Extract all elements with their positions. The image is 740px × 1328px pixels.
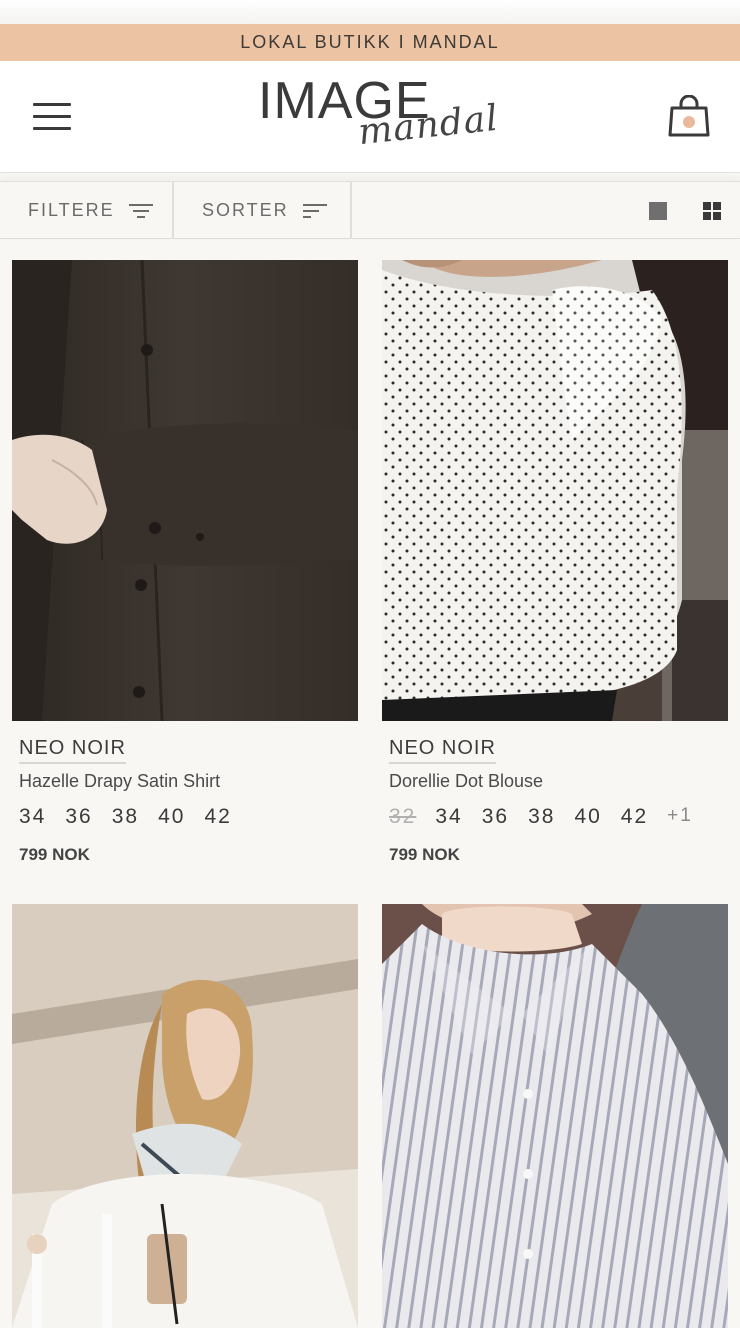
product-image[interactable] <box>12 260 358 721</box>
product-brand[interactable]: NEO NOIR <box>19 737 126 764</box>
grid-view-icon[interactable] <box>703 202 721 220</box>
product-name[interactable]: Dorellie Dot Blouse <box>389 771 543 792</box>
size-option[interactable]: 34 <box>435 805 462 829</box>
filter-icon <box>128 203 153 218</box>
site-logo[interactable]: IMAGE mandal <box>258 75 501 157</box>
size-option[interactable]: 42 <box>204 805 231 829</box>
size-option[interactable]: 36 <box>482 805 509 829</box>
top-shade <box>0 0 740 24</box>
hamburger-menu-icon[interactable] <box>33 103 71 131</box>
announcement-bar: LOKAL BUTIKK I MANDAL <box>0 24 740 61</box>
product-image[interactable] <box>382 904 728 1328</box>
site-header: IMAGE mandal <box>0 61 740 173</box>
filter-label: FILTERE <box>28 200 115 220</box>
size-option[interactable]: 38 <box>112 805 139 829</box>
sort-label: SORTER <box>202 200 289 220</box>
size-list: 34 36 38 40 42 <box>19 805 251 829</box>
announcement-text: LOKAL BUTIKK I MANDAL <box>240 32 500 52</box>
product-card: NEO NOIR Hazelle Drapy Satin Shirt 34 36… <box>12 260 358 880</box>
sort-icon <box>302 203 327 218</box>
filter-button[interactable]: FILTERE <box>0 182 174 239</box>
more-sizes-indicator[interactable]: +1 <box>667 805 693 829</box>
size-option[interactable]: 42 <box>621 805 648 829</box>
product-name[interactable]: Hazelle Drapy Satin Shirt <box>19 771 220 792</box>
sort-button[interactable]: SORTER <box>174 182 352 239</box>
shopping-bag-icon[interactable] <box>668 94 710 139</box>
product-image[interactable] <box>382 260 728 721</box>
size-option[interactable]: 36 <box>65 805 92 829</box>
size-option[interactable]: 40 <box>158 805 185 829</box>
size-option[interactable]: 38 <box>528 805 555 829</box>
product-card <box>12 904 358 1328</box>
collection-toolbar: FILTERE SORTER <box>0 181 740 239</box>
size-option-unavailable: 32 <box>389 805 417 828</box>
product-price: 799 NOK <box>19 845 90 864</box>
single-column-view-icon[interactable] <box>649 202 667 220</box>
product-card: NEO NOIR Dorellie Dot Blouse 32 34 36 38… <box>382 260 728 880</box>
product-brand[interactable]: NEO NOIR <box>389 737 496 764</box>
size-option[interactable]: 40 <box>574 805 601 829</box>
size-option[interactable]: 34 <box>19 805 46 829</box>
product-image[interactable] <box>12 904 358 1328</box>
product-card <box>382 904 728 1328</box>
product-price: 799 NOK <box>389 845 460 864</box>
size-list: 32 34 36 38 40 42 +1 <box>389 805 712 829</box>
